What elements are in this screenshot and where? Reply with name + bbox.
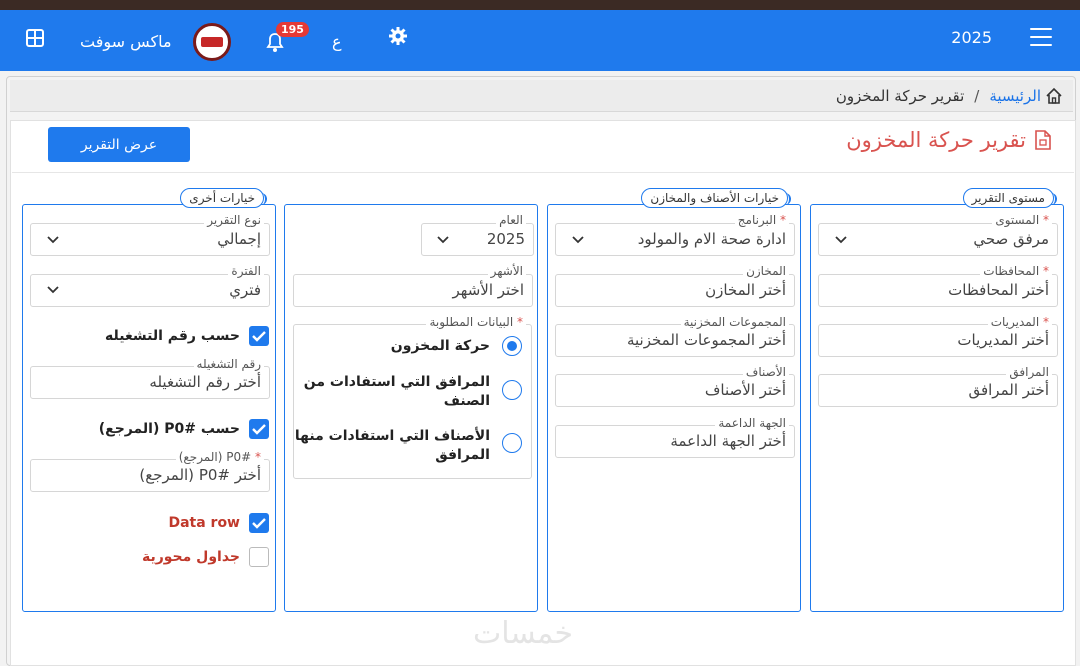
months-label: الأشهر: [487, 264, 526, 278]
by-po-checkbox[interactable]: [249, 419, 269, 439]
watermark: خمسات: [473, 616, 574, 651]
radio-facilities-benefited-line1: المرافق التي استفادات من: [303, 374, 490, 390]
report-document-icon: [1034, 130, 1052, 150]
menu-icon[interactable]: [1030, 28, 1052, 46]
required-data-label: * البيانات المطلوبة: [426, 315, 526, 329]
year-selector[interactable]: 2025: [951, 28, 992, 47]
user-name[interactable]: ماكس سوفت: [80, 32, 172, 51]
panel-report-level-legend: مستوى التقرير: [962, 188, 1058, 208]
grid-icon[interactable]: [26, 29, 44, 47]
notification-badge: 195: [276, 22, 309, 37]
header-divider: [12, 172, 1074, 173]
governorates-label: * المحافظات: [980, 264, 1052, 278]
breadcrumb-current: تقرير حركة المخزون: [835, 86, 965, 105]
chevron-down-icon[interactable]: [46, 232, 60, 246]
navbar: 2025 ع 195 ماكس سوفت: [0, 10, 1080, 71]
governorates-input[interactable]: أختر المحافظات: [818, 274, 1058, 307]
org-logo: [193, 23, 231, 61]
facilities-label: المرافق: [1006, 365, 1052, 379]
data-row-label: Data row: [168, 515, 240, 531]
data-row-checkbox[interactable]: [249, 513, 269, 533]
stores-label: المخازن: [743, 264, 789, 278]
period-select[interactable]: فتري: [30, 274, 270, 307]
panel-other-options-legend: خيارات أخرى: [180, 188, 267, 208]
level-label: * المستوى: [992, 213, 1052, 227]
items-label: الأصناف: [742, 365, 789, 379]
radio-items-benefited-line1: الأصناف التي استفادات منها: [294, 428, 490, 444]
breadcrumb-home-link[interactable]: الرئيسية: [989, 87, 1041, 105]
top-strip: [0, 0, 1080, 10]
by-po-label: حسب P0# (المرجع): [98, 421, 240, 437]
radio-facilities-benefited[interactable]: [502, 380, 522, 400]
breadcrumb: الرئيسية / تقرير حركة المخزون: [10, 80, 1073, 112]
radio-stock-movement-label: حركة المخزون: [390, 338, 490, 354]
batch-number-label: رقم التشغيله: [193, 357, 264, 371]
directorates-label: * المديريات: [987, 315, 1052, 329]
panel-items-stores-legend: خيارات الأصناف والمخازن: [641, 188, 791, 208]
pivot-tables-label: جداول محورية: [141, 549, 240, 565]
supporting-entity-label: الجهة الداعمة: [715, 416, 789, 430]
stores-input[interactable]: أختر المخازن: [555, 274, 795, 307]
chevron-down-icon[interactable]: [46, 282, 60, 296]
radio-items-benefited-line2: المرافق: [435, 447, 490, 463]
level-select[interactable]: مرفق صحي: [818, 223, 1058, 256]
page-title-text: تقرير حركة المخزون: [846, 128, 1026, 152]
chevron-down-icon[interactable]: [436, 232, 450, 246]
radio-items-benefited[interactable]: [502, 433, 522, 453]
gear-icon[interactable]: [388, 26, 408, 50]
report-type-select[interactable]: إجمالي: [30, 223, 270, 256]
home-icon[interactable]: [1045, 87, 1063, 105]
chevron-down-icon[interactable]: [834, 232, 848, 246]
by-batch-checkbox[interactable]: [249, 326, 269, 346]
radio-stock-movement[interactable]: [502, 336, 522, 356]
po-label: * P0# (المرجع): [175, 450, 264, 464]
language-toggle[interactable]: ع: [332, 32, 342, 51]
show-report-button[interactable]: عرض التقرير: [48, 127, 190, 162]
pivot-tables-checkbox[interactable]: [249, 547, 269, 567]
breadcrumb-separator: /: [974, 86, 980, 105]
year-label: العام: [496, 213, 526, 227]
program-select[interactable]: ادارة صحة الام والمولود: [555, 223, 795, 256]
store-groups-label: المجموعات المخزنية: [680, 315, 789, 329]
period-label: الفترة: [228, 264, 264, 278]
page-title: تقرير حركة المخزون: [846, 128, 1052, 152]
radio-facilities-benefited-line2: الصنف: [443, 393, 490, 409]
report-type-label: نوع التقرير: [204, 213, 264, 227]
by-batch-label: حسب رقم التشغيله: [105, 328, 240, 344]
months-input[interactable]: اختر الأشهر: [293, 274, 533, 307]
program-label: * البرنامج: [734, 213, 789, 227]
chevron-down-icon[interactable]: [571, 232, 585, 246]
